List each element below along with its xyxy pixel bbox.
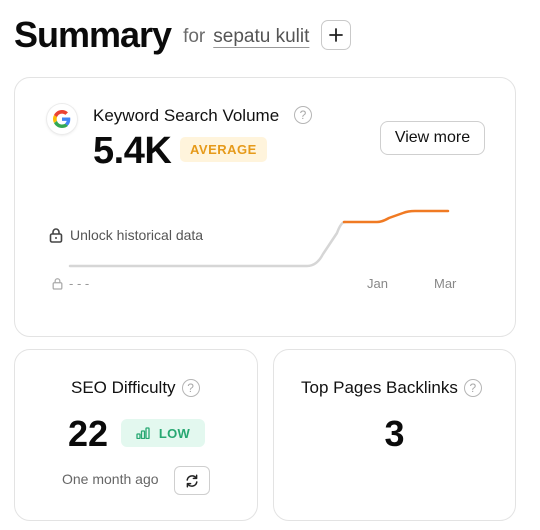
difficulty-level-badge: LOW [121,419,205,447]
keyword-link[interactable]: sepatu kulit [213,26,309,48]
help-icon[interactable]: ? [463,379,482,397]
top-pages-backlinks-value: 3 [384,413,405,454]
lock-icon [49,228,63,243]
refresh-button[interactable] [174,466,210,495]
search-volume-trend-chart [68,209,450,268]
seo-difficulty-label: SEO Difficulty [71,378,176,397]
trend-line [342,209,450,224]
keyword-search-volume-card: Keyword Search Volume ? 5.4K AVERAGE Vie… [14,77,516,337]
top-pages-backlinks-label: Top Pages Backlinks [301,378,458,397]
top-pages-backlinks-title: Top Pages Backlinks ? [301,378,482,398]
locked-axis: - - - [52,276,89,291]
lock-icon [52,278,63,290]
seo-difficulty-title: SEO Difficulty ? [71,378,200,398]
page-title: Summary [14,14,172,55]
top-pages-backlinks-card: Top Pages Backlinks ? 3 [273,349,516,521]
refresh-icon [186,473,198,488]
locked-axis-label: - - - [69,276,90,291]
unlock-label: Unlock historical data [70,227,204,243]
x-tick-mar: Mar [434,276,457,291]
summary-header: Summary for sepatu kulit [14,14,352,56]
add-keyword-button[interactable] [321,20,352,50]
difficulty-level-label: LOW [158,425,191,441]
bar-chart-icon [136,427,150,439]
seo-difficulty-card: SEO Difficulty ? 22 LOW One month ago [14,349,258,521]
last-updated-text: One month ago [62,471,159,487]
help-icon[interactable]: ? [181,379,200,397]
unlock-historical-data[interactable]: Unlock historical data [49,227,203,243]
x-tick-jan: Jan [367,276,388,291]
plus-icon [329,28,344,42]
for-label: for [183,26,206,47]
seo-difficulty-value: 22 [68,413,109,454]
